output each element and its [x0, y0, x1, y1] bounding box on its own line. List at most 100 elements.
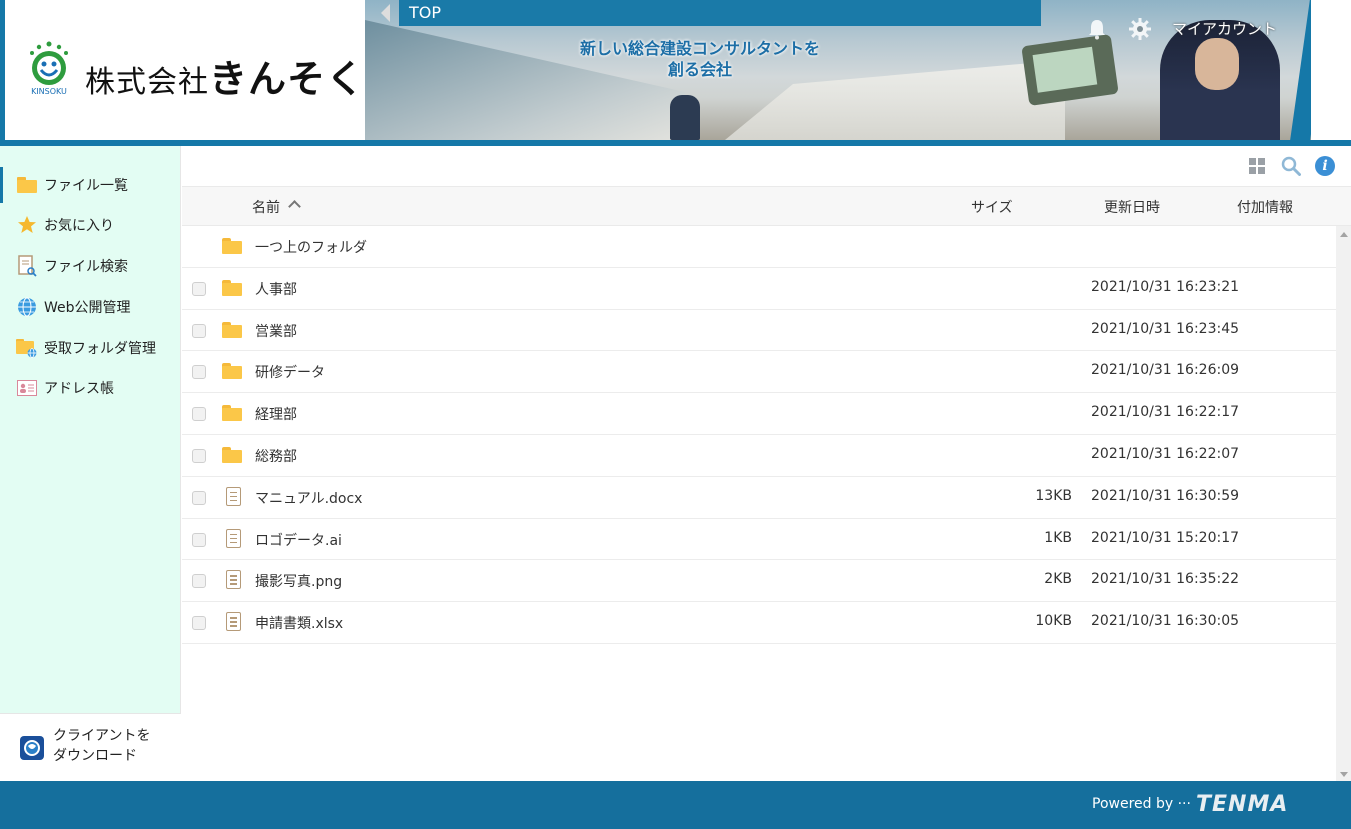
row-checkbox[interactable]: [192, 281, 206, 296]
sidebar-item-favorites[interactable]: お気に入り: [0, 207, 181, 243]
table-row[interactable]: 研修データ 2021/10/31 16:26:09: [182, 351, 1336, 394]
tenma-logo[interactable]: TENMA: [1196, 792, 1288, 817]
sidebar-item-label: Web公開管理: [44, 300, 131, 316]
column-header-extra[interactable]: 付加情報: [1237, 197, 1293, 217]
back-arrow-icon[interactable]: [381, 4, 390, 22]
file-icon: [222, 612, 244, 632]
kinsoku-logo-icon: KINSOKU: [30, 41, 68, 96]
breadcrumb[interactable]: TOP: [399, 0, 1041, 26]
row-checkbox[interactable]: [192, 490, 206, 505]
table-row[interactable]: 営業部 2021/10/31 16:23:45: [182, 310, 1336, 352]
file-size: 13KB: [1035, 487, 1072, 504]
file-name[interactable]: 総務部: [255, 446, 297, 466]
column-header-updated[interactable]: 更新日時: [1104, 197, 1160, 217]
file-size: 2KB: [1044, 571, 1072, 588]
folder-icon: [222, 236, 244, 256]
file-icon: [222, 570, 244, 590]
sidebar-item-file-search[interactable]: ファイル検索: [0, 248, 181, 284]
row-checkbox[interactable]: [192, 448, 206, 463]
bell-icon[interactable]: [1087, 18, 1107, 40]
folder-icon: [222, 278, 244, 298]
table-row[interactable]: 申請書類.xlsx 10KB 2021/10/31 16:30:05: [182, 602, 1336, 644]
file-name[interactable]: マニュアル.docx: [255, 488, 362, 508]
file-updated: 2021/10/31 16:23:45: [1091, 320, 1240, 337]
sort-ascending-icon[interactable]: [288, 200, 301, 213]
sidebar-item-label: ファイル一覧: [44, 178, 128, 194]
file-icon: [222, 486, 244, 507]
table-row[interactable]: 人事部 2021/10/31 16:23:21: [182, 268, 1336, 310]
client-download-line-2: ダウンロード: [53, 748, 137, 764]
file-name[interactable]: 撮影写真.png: [255, 571, 342, 591]
vertical-scrollbar[interactable]: [1336, 226, 1351, 781]
table-row[interactable]: ロゴデータ.ai 1KB 2021/10/31 15:20:17: [182, 519, 1336, 561]
sidebar-item-label: ファイル検索: [44, 259, 128, 275]
star-icon: [16, 214, 38, 236]
row-checkbox[interactable]: [192, 365, 206, 380]
scroll-up-icon[interactable]: [1340, 232, 1348, 237]
toolbar: i: [182, 146, 1351, 186]
sidebar-item-label: お気に入り: [44, 218, 114, 234]
table-row[interactable]: 総務部 2021/10/31 16:22:07: [182, 435, 1336, 477]
tagline-line-2: 創る会社: [667, 60, 732, 79]
chevron-down-icon[interactable]: [1323, 24, 1333, 30]
table-row[interactable]: 撮影写真.png 2KB 2021/10/31 16:35:22: [182, 560, 1336, 603]
table-row[interactable]: マニュアル.docx 13KB 2021/10/31 16:30:59: [182, 477, 1336, 519]
file-name[interactable]: 営業部: [255, 321, 297, 341]
grid-view-icon[interactable]: [1249, 158, 1265, 174]
sidebar-item-label: 受取フォルダ管理: [44, 341, 156, 357]
gear-icon[interactable]: [1128, 17, 1152, 41]
file-name[interactable]: 人事部: [255, 279, 297, 299]
company-name-prefix: 株式会社: [85, 65, 209, 100]
row-checkbox[interactable]: [192, 407, 206, 422]
file-updated: 2021/10/31 16:23:21: [1091, 278, 1240, 295]
file-updated: 2021/10/31 15:20:17: [1091, 529, 1240, 546]
parent-folder-label: 一つ上のフォルダ: [255, 240, 367, 256]
row-checkbox[interactable]: [192, 532, 206, 547]
file-name[interactable]: 研修データ: [255, 362, 325, 382]
company-logo[interactable]: KINSOKU 株式会社きんそく: [5, 0, 365, 140]
sidebar-item-address-book[interactable]: アドレス帳: [0, 370, 181, 406]
inbox-folder-icon: [16, 337, 38, 359]
file-name[interactable]: 申請書類.xlsx: [255, 613, 343, 633]
footer: Powered by ··· TENMA: [0, 781, 1351, 829]
file-name[interactable]: ロゴデータ.ai: [255, 530, 342, 550]
sidebar-item-file-list[interactable]: ファイル一覧: [0, 167, 181, 203]
sidebar: ファイル一覧 お気に入り ファイル検索 Web公開管理 受取フォルダ管理 アドレ…: [0, 146, 181, 781]
search-icon[interactable]: [1281, 156, 1301, 176]
client-download-button[interactable]: クライアントを ダウンロード: [0, 713, 181, 781]
file-list-panel: i 名前 サイズ 更新日時 付加情報 一つ上のフォルダ 人事部 2021/10/3…: [182, 146, 1351, 781]
sidebar-item-web-publish[interactable]: Web公開管理: [0, 289, 181, 325]
sidebar-item-label: アドレス帳: [44, 381, 114, 397]
file-updated: 2021/10/31 16:22:07: [1091, 445, 1240, 462]
column-header-size[interactable]: サイズ: [971, 197, 1013, 217]
scroll-down-icon[interactable]: [1340, 772, 1348, 777]
client-download-label: クライアントを ダウンロード: [53, 726, 163, 766]
file-updated: 2021/10/31 16:35:22: [1091, 571, 1240, 588]
row-checkbox[interactable]: [192, 616, 206, 631]
company-name: 株式会社きんそく: [85, 48, 365, 103]
folder-icon: [222, 403, 244, 423]
folder-icon: [222, 445, 244, 465]
table-row[interactable]: 経理部 2021/10/31 16:22:17: [182, 393, 1336, 435]
table-header: 名前 サイズ 更新日時 付加情報: [182, 186, 1351, 226]
column-header-name[interactable]: 名前: [252, 197, 280, 217]
sidebar-item-inbox-folder[interactable]: 受取フォルダ管理: [0, 330, 181, 366]
company-name-main: きんそく: [209, 57, 366, 101]
row-checkbox[interactable]: [192, 574, 206, 589]
tagline-line-1: 新しい総合建設コンサルタントを: [579, 39, 820, 58]
header: KINSOKU 株式会社きんそく 新しい総合建設コンサルタントを 創る会社 TO…: [0, 0, 1351, 146]
file-search-icon: [16, 255, 38, 277]
client-app-icon: [20, 736, 44, 760]
file-updated: 2021/10/31 16:26:09: [1091, 362, 1240, 379]
powered-by-text: Powered by ···: [1092, 796, 1191, 812]
my-account-menu[interactable]: マイアカウント: [1172, 18, 1277, 39]
file-updated: 2021/10/31 16:30:05: [1091, 613, 1240, 630]
file-name[interactable]: 経理部: [255, 404, 297, 424]
parent-folder-row[interactable]: 一つ上のフォルダ: [182, 226, 1336, 268]
info-icon[interactable]: i: [1315, 156, 1335, 176]
row-checkbox[interactable]: [192, 323, 206, 338]
folder-icon: [16, 174, 38, 196]
file-icon: [222, 528, 244, 549]
file-size: 10KB: [1035, 613, 1072, 630]
svg-text:KINSOKU: KINSOKU: [31, 87, 67, 96]
